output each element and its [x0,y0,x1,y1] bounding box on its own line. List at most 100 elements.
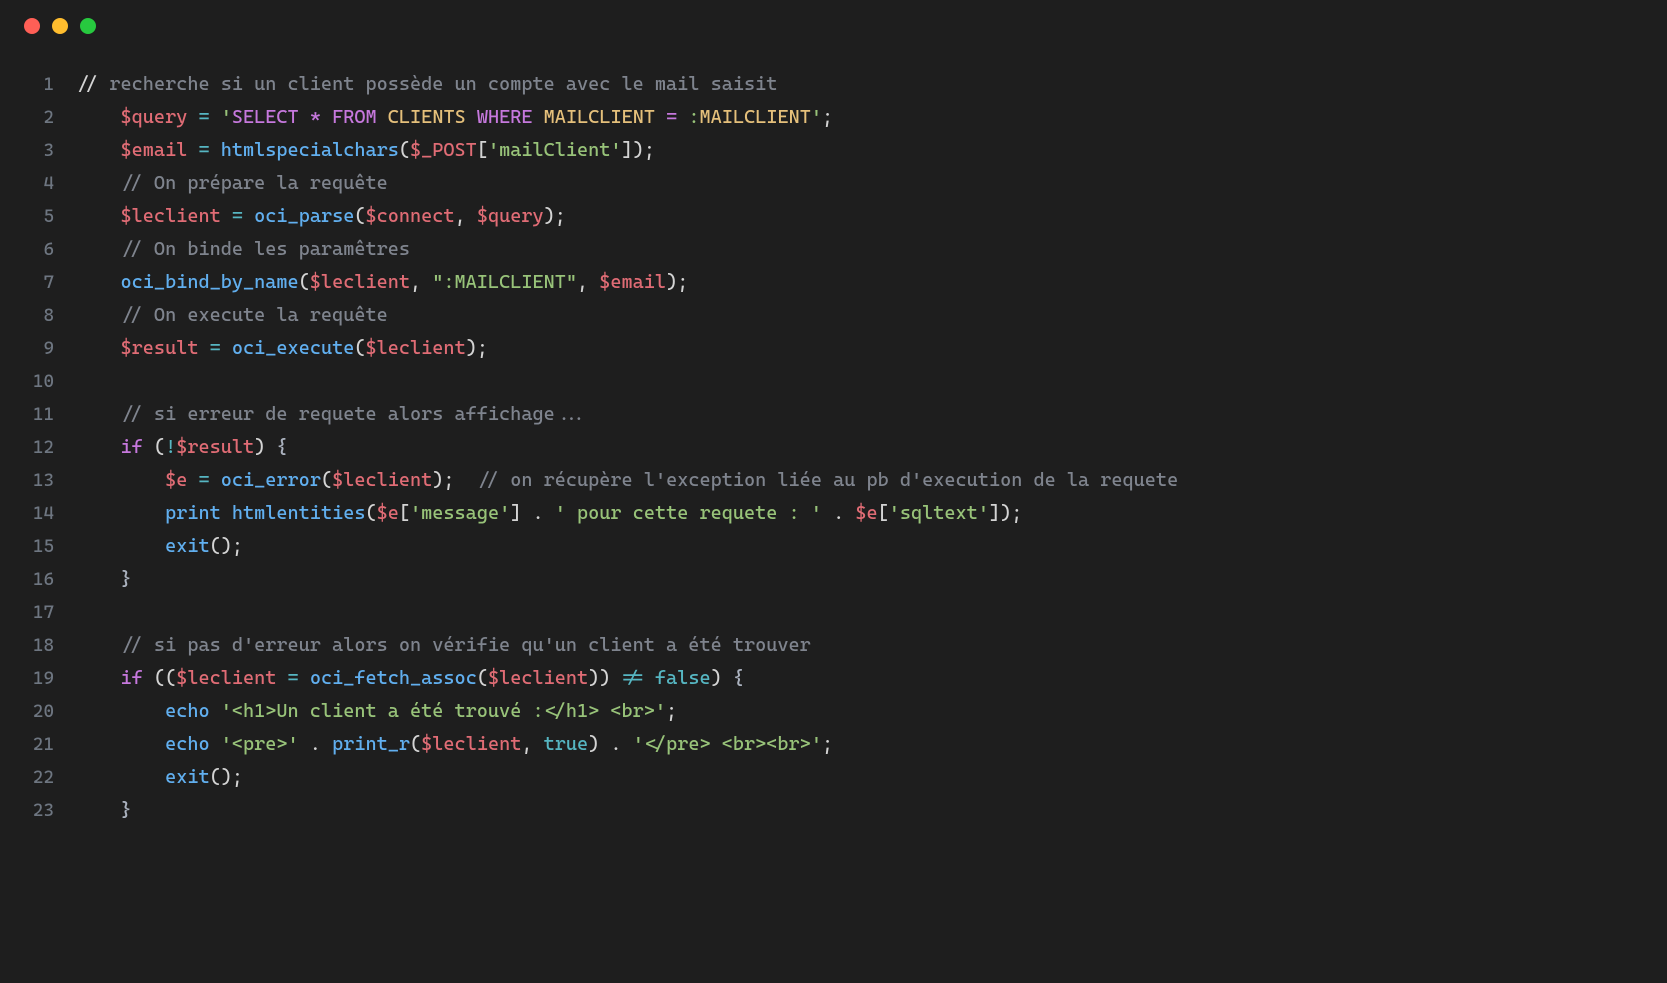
code-line[interactable]: 15 exit(); [0,530,1667,563]
code-line[interactable]: 2 $query = 'SELECT * FROM CLIENTS WHERE … [0,101,1667,134]
code-line[interactable]: 12 if (!$result) { [0,431,1667,464]
line-content[interactable]: if (($leclient = oci_fetch_assoc($leclie… [76,662,1667,694]
code-line[interactable]: 18 // si pas d'erreur alors on vérifie q… [0,629,1667,662]
line-content[interactable]: print htmlentities($e['message'] . ' pou… [76,497,1667,529]
token-pn [210,106,221,128]
line-content[interactable] [76,596,1667,628]
token-fn: htmlspecialchars [221,139,399,161]
token-var: $e [855,502,877,524]
token-pn [187,469,198,491]
token-pn: ( [143,436,165,458]
token-sql: FROM [332,106,377,128]
token-var: $_POST [410,139,477,161]
token-cmt: // on récupère l'exception liée au pb d'… [477,469,1178,491]
token-pn [221,337,232,359]
token-cmt: // On execute la requête [121,304,388,326]
token-br: { [733,667,744,689]
minimize-icon[interactable] [52,18,68,34]
code-line[interactable]: 7 oci_bind_by_name($leclient, ":MAILCLIE… [0,266,1667,299]
token-str [321,106,332,128]
code-line[interactable]: 22 exit(); [0,761,1667,794]
close-icon[interactable] [24,18,40,34]
line-content[interactable]: // recherche si un client possède un com… [76,68,1667,100]
code-line[interactable]: 6 // On binde les paramêtres [0,233,1667,266]
token-var: $leclient [121,205,221,227]
code-line[interactable]: 8 // On execute la requête [0,299,1667,332]
line-content[interactable]: oci_bind_by_name($leclient, ":MAILCLIENT… [76,266,1667,298]
token-pn [187,106,198,128]
code-line[interactable]: 14 print htmlentities($e['message'] . ' … [0,497,1667,530]
line-content[interactable]: if (!$result) { [76,431,1667,463]
token-pn [76,337,121,359]
line-content[interactable]: // si erreur de requete alors affichage.… [76,398,1667,430]
line-content[interactable]: $email = htmlspecialchars($_POST['mailCl… [76,134,1667,166]
code-line[interactable]: 17 [0,596,1667,629]
code-line[interactable]: 1// recherche si un client possède un co… [0,68,1667,101]
code-line[interactable]: 4 // On prépare la requête [0,167,1667,200]
token-pn [76,535,165,557]
token-pn: ); [544,205,566,227]
line-number: 5 [0,201,76,233]
token-pn [198,337,209,359]
code-line[interactable]: 19 if (($leclient = oci_fetch_assoc($lec… [0,662,1667,695]
editor-area[interactable]: 1// recherche si un client possède un co… [0,52,1667,827]
token-pn [210,733,221,755]
line-number: 17 [0,597,76,629]
code-line[interactable]: 21 echo '<pre>' . print_r($leclient, tru… [0,728,1667,761]
line-content[interactable]: // si pas d'erreur alors on vérifie qu'u… [76,629,1667,661]
line-content[interactable]: $query = 'SELECT * FROM CLIENTS WHERE MA… [76,101,1667,133]
token-pn: ] . [510,502,555,524]
code-line[interactable]: 9 $result = oci_execute($leclient); [0,332,1667,365]
line-content[interactable]: exit(); [76,530,1667,562]
token-fn: print_r [332,733,410,755]
line-content[interactable]: echo '<pre>' . print_r($leclient, true) … [76,728,1667,760]
code-line[interactable]: 11 // si erreur de requete alors afficha… [0,398,1667,431]
code-line[interactable]: 16 } [0,563,1667,596]
line-number: 23 [0,795,76,827]
token-echo: echo [165,700,210,722]
token-pn: , [521,733,543,755]
token-num: false [655,667,711,689]
line-number: 6 [0,234,76,266]
line-number: 19 [0,663,76,695]
token-cmt: // On prépare la requête [121,172,388,194]
line-number: 15 [0,531,76,563]
token-pn: ); [666,271,688,293]
token-var: $leclient [488,667,588,689]
line-content[interactable] [76,365,1667,397]
line-content[interactable]: // On binde les paramêtres [76,233,1667,265]
token-pn [221,205,232,227]
code-line[interactable]: 10 [0,365,1667,398]
token-pn: ( [321,469,332,491]
code-line[interactable]: 3 $email = htmlspecialchars($_POST['mail… [0,134,1667,167]
token-pn: ) . [588,733,633,755]
token-pn [76,304,121,326]
token-echo: echo [165,733,210,755]
token-pn: ) [254,436,276,458]
maximize-icon[interactable] [80,18,96,34]
token-var: $leclient [310,271,410,293]
token-str [377,106,388,128]
token-op: = [232,205,243,227]
token-var: $connect [366,205,455,227]
token-sql: SELECT [232,106,299,128]
token-cmt: // On binde les paramêtres [121,238,410,260]
line-content[interactable]: $result = oci_execute($leclient); [76,332,1667,364]
line-content[interactable]: } [76,563,1667,595]
code-line[interactable]: 13 $e = oci_error($leclient); // on récu… [0,464,1667,497]
code-line[interactable]: 23 } [0,794,1667,827]
code-line[interactable]: 5 $leclient = oci_parse($connect, $query… [0,200,1667,233]
code-line[interactable]: 20 echo '<h1>Un client a été trouvé :</h… [0,695,1667,728]
line-number: 14 [0,498,76,530]
line-content[interactable]: // On execute la requête [76,299,1667,331]
line-content[interactable]: echo '<h1>Un client a été trouvé :</h1> … [76,695,1667,727]
line-content[interactable]: // On prépare la requête [76,167,1667,199]
token-var: $e [377,502,399,524]
line-content[interactable]: $e = oci_error($leclient); // on récupèr… [76,464,1667,496]
line-content[interactable]: exit(); [76,761,1667,793]
token-pn: . [822,502,855,524]
line-content[interactable]: } [76,794,1667,826]
line-number: 10 [0,366,76,398]
line-content[interactable]: $leclient = oci_parse($connect, $query); [76,200,1667,232]
token-pn: , [455,205,477,227]
